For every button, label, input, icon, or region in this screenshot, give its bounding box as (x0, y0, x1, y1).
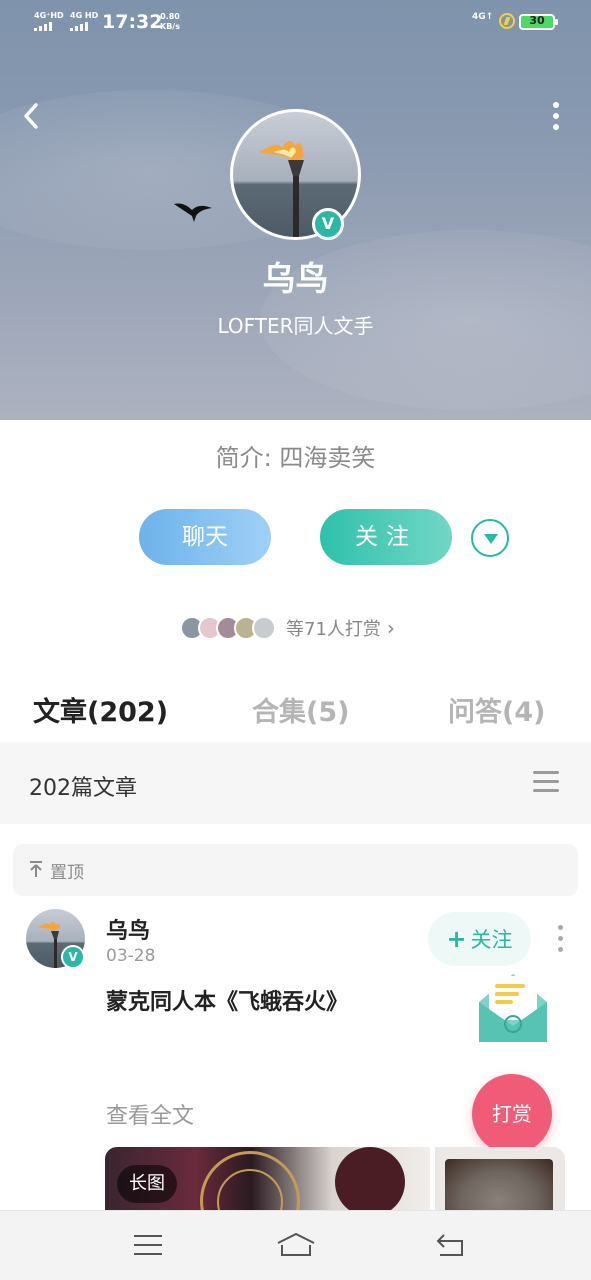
post-verified-badge-icon: V (61, 945, 85, 969)
profile-intro: 简介: 四海卖笑 (215, 444, 376, 472)
image-cat-photo (445, 1159, 553, 1217)
verified-badge-icon: V (312, 208, 344, 240)
long-image-tag: 长图 (117, 1165, 177, 1203)
read-full-text-link[interactable]: 查看全文 (106, 1098, 194, 1130)
more-dot (553, 113, 559, 119)
profile-role: LOFTER同人文手 (217, 314, 374, 338)
tippers-count-text: 等71人打赏 (286, 619, 381, 640)
network-speed-unit: KB/s (160, 22, 180, 31)
more-dot (558, 936, 563, 941)
tab-articles[interactable]: 文章(202) (33, 690, 168, 729)
tipper-avatar (252, 616, 276, 640)
profile-header: 4G⁺HD 4G HD 17:32 0.80 KB/s 4G↑ 30 V 乌鸟 … (0, 0, 591, 420)
sim2-label: 4G HD (70, 11, 99, 20)
more-dot (553, 102, 559, 108)
more-options-button[interactable] (540, 96, 572, 136)
post-title[interactable]: 蒙克同人本《飞蛾吞火》 (106, 984, 348, 1016)
image-dark-shape (335, 1147, 405, 1217)
sim2-signal-icon: 4G HD (70, 12, 98, 31)
more-dot (558, 925, 563, 930)
recent-apps-icon[interactable] (134, 1233, 162, 1257)
tippers-row[interactable]: 等71人打赏 › (180, 614, 395, 642)
back-button[interactable] (14, 98, 50, 134)
more-dot (553, 124, 559, 130)
charging-icon (499, 13, 515, 29)
article-list-header: 202篇文章 (0, 742, 591, 824)
recommend-dropdown-button[interactable] (471, 519, 509, 557)
bird-silhouette (174, 203, 212, 222)
sim1-signal-icon: 4G⁺HD (34, 12, 64, 31)
home-icon[interactable] (276, 1231, 316, 1259)
battery-icon: 30 (519, 14, 558, 30)
post-images[interactable]: 长图 (105, 1147, 565, 1217)
follow-button[interactable]: 关注 (320, 509, 452, 565)
post-image-cat[interactable] (435, 1147, 565, 1217)
sim1-label: 4G⁺HD (34, 11, 64, 20)
chevron-left-icon (24, 103, 38, 129)
battery-level: 30 (529, 14, 545, 27)
envelope-icon[interactable] (477, 968, 549, 1046)
tab-qa[interactable]: 问答(4) (448, 690, 545, 729)
more-dot (558, 947, 563, 952)
chevron-right-icon: › (386, 616, 395, 640)
profile-nickname: 乌鸟 (262, 259, 329, 298)
post-more-button[interactable] (554, 924, 568, 954)
tip-button[interactable]: 打赏 (472, 1074, 552, 1154)
pin-top-icon (30, 861, 42, 877)
post-date: 03-28 (106, 946, 156, 966)
pinned-label: 置顶 (50, 863, 84, 883)
network-speed: 0.80 KB/s (160, 12, 180, 32)
post-image-long[interactable]: 长图 (105, 1147, 430, 1217)
post-follow-button[interactable]: + 关注 (428, 912, 531, 966)
back-nav-icon[interactable] (434, 1231, 466, 1259)
post-follow-label: 关注 (470, 928, 513, 952)
status-time: 17:32 (102, 11, 163, 33)
status-bar: 4G⁺HD 4G HD 17:32 0.80 KB/s 4G↑ 30 (0, 0, 591, 44)
chat-button[interactable]: 聊天 (139, 509, 271, 565)
network-speed-value: 0.80 (160, 12, 180, 21)
network-type-icon: 4G↑ (472, 12, 494, 22)
list-menu-icon[interactable] (533, 771, 559, 793)
pinned-section: 置顶 (13, 844, 578, 896)
post-author-name[interactable]: 乌鸟 (106, 913, 150, 945)
plus-icon: + (446, 925, 467, 953)
article-count: 202篇文章 (29, 776, 137, 801)
system-navigation-bar (0, 1210, 591, 1280)
tab-collections[interactable]: 合集(5) (252, 690, 349, 729)
